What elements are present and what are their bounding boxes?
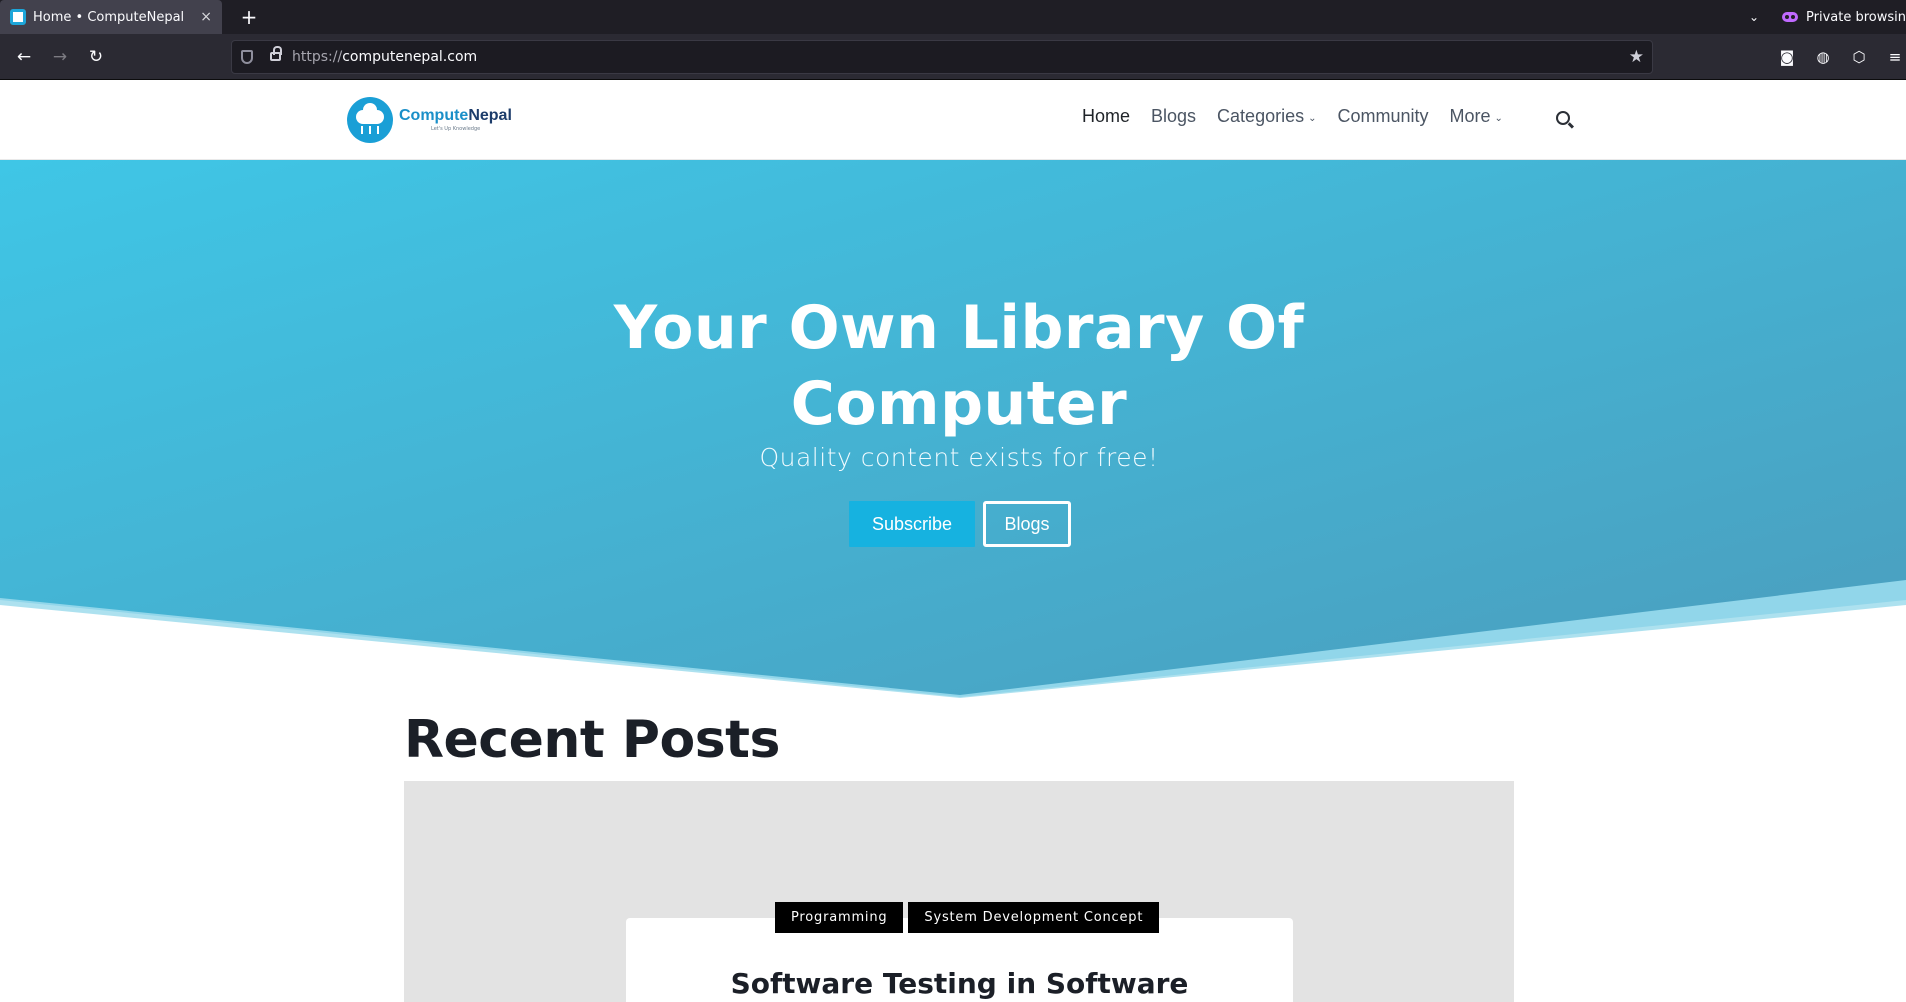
tag-system-development-concept[interactable]: System Development Concept xyxy=(908,902,1160,933)
browser-tab-strip: Home • ComputeNepal × + ⌄ Private browsi… xyxy=(0,0,1906,34)
new-tab-button[interactable]: + xyxy=(236,4,262,30)
browser-tab-active[interactable]: Home • ComputeNepal × xyxy=(0,0,222,34)
site-favicon-icon xyxy=(10,9,26,25)
extensions-icon[interactable]: ⬡ xyxy=(1847,45,1871,69)
recent-posts-heading: Recent Posts xyxy=(404,710,780,770)
nav-blogs[interactable]: Blogs xyxy=(1151,106,1196,127)
nav-more-label: More xyxy=(1449,106,1491,126)
padlock-icon[interactable] xyxy=(270,46,282,61)
search-icon[interactable] xyxy=(1556,111,1570,125)
logo-wordmark: ComputeNepal xyxy=(399,107,512,124)
nav-categories-label: Categories xyxy=(1217,106,1305,126)
site-logo[interactable]: ComputeNepal Let's Up Knowledge xyxy=(347,97,512,143)
nav-community[interactable]: Community xyxy=(1337,106,1428,127)
nav-more[interactable]: More ⌄ xyxy=(1450,106,1503,127)
private-mask-icon xyxy=(1782,12,1798,22)
main-navigation: Home Blogs Categories ⌄ Community More ⌄ xyxy=(1082,106,1524,127)
chevron-down-icon: ⌄ xyxy=(1494,113,1503,124)
tab-close-icon[interactable]: × xyxy=(200,9,212,25)
account-icon[interactable]: ◍ xyxy=(1811,45,1835,69)
browser-navigation-bar: ← → ↻ https://computenepal.com ★ ◙ ◍ ⬡ ≡ xyxy=(0,34,1906,80)
nav-home[interactable]: Home xyxy=(1082,106,1130,127)
url-host: computenepal.com xyxy=(342,49,478,65)
url-text[interactable]: https://computenepal.com xyxy=(292,41,477,73)
hero-title: Your Own Library Of Computer xyxy=(613,293,1305,439)
hero-section: Your Own Library Of Computer Quality con… xyxy=(0,160,1906,700)
bookmark-star-icon[interactable]: ★ xyxy=(1629,45,1644,69)
back-arrow-icon[interactable]: ← xyxy=(11,45,37,69)
blogs-button[interactable]: Blogs xyxy=(983,501,1071,547)
cloud-circuit-logo-icon xyxy=(347,97,393,143)
reload-icon[interactable]: ↻ xyxy=(83,45,109,69)
site-header: ComputeNepal Let's Up Knowledge Home Blo… xyxy=(0,80,1906,160)
tab-title: Home • ComputeNepal xyxy=(33,9,185,25)
forward-arrow-icon[interactable]: → xyxy=(47,45,73,69)
list-all-tabs-icon[interactable]: ⌄ xyxy=(1742,7,1766,27)
app-menu-icon[interactable]: ≡ xyxy=(1883,45,1906,69)
url-protocol: https:// xyxy=(292,49,343,65)
address-bar[interactable]: https://computenepal.com ★ xyxy=(231,40,1653,74)
logo-tagline: Let's Up Knowledge xyxy=(431,126,481,132)
tag-programming[interactable]: Programming xyxy=(775,902,904,933)
post-tags: Programming System Development Concept xyxy=(775,902,1164,933)
chevron-down-icon: ⌄ xyxy=(1308,113,1317,124)
nav-categories[interactable]: Categories ⌄ xyxy=(1217,106,1316,127)
pocket-icon[interactable]: ◙ xyxy=(1775,45,1799,69)
private-browsing-indicator: Private browsing xyxy=(1782,0,1906,34)
post-title[interactable]: Software Testing in Software xyxy=(626,964,1293,1002)
private-browsing-label: Private browsing xyxy=(1806,9,1906,25)
subscribe-button[interactable]: Subscribe xyxy=(849,501,975,547)
hero-buttons: Subscribe Blogs xyxy=(849,501,1071,547)
tracking-protection-shield-icon[interactable] xyxy=(241,50,253,64)
hero-subtitle: Quality content exists for free! xyxy=(759,443,1159,472)
